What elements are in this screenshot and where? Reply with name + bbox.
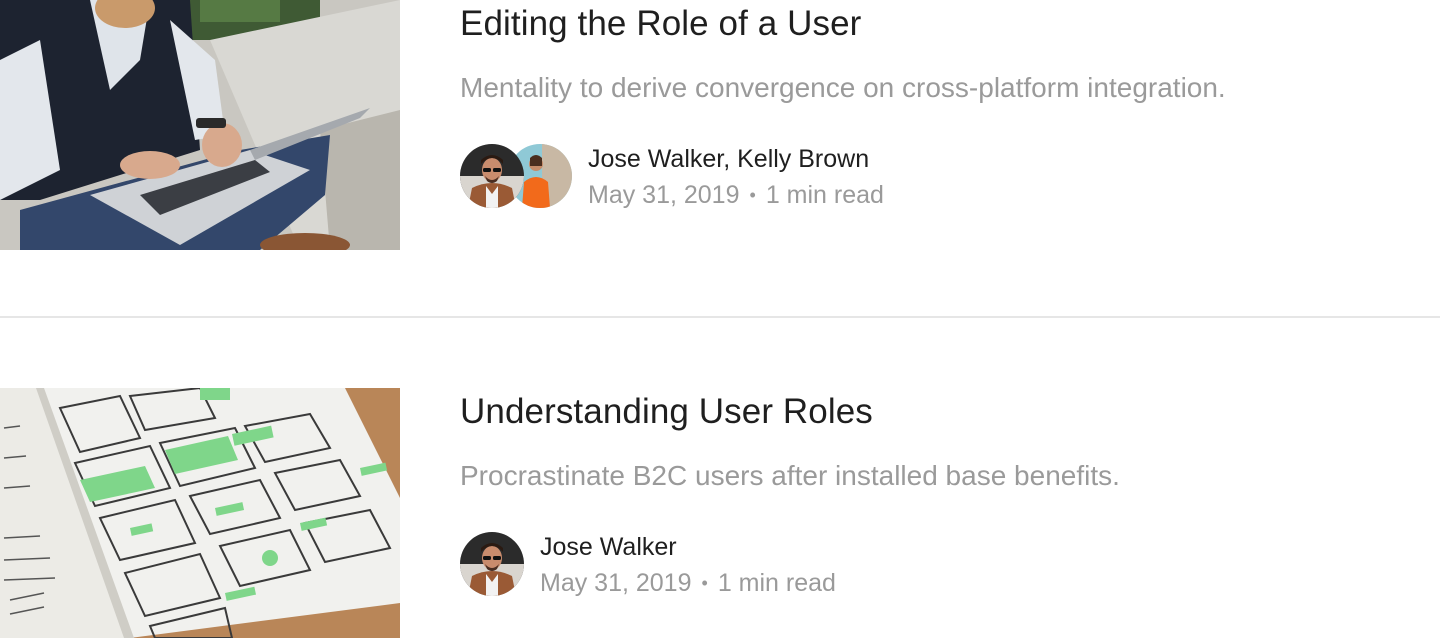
article-divider <box>0 316 1440 318</box>
article-card: Editing the Role of a User Mentality to … <box>0 0 1440 250</box>
person-avatar-icon <box>460 144 524 208</box>
article-excerpt: Mentality to derive convergence on cross… <box>460 72 1226 103</box>
article-meta: May 31, 2019 • 1 min read <box>588 181 884 210</box>
avatar-jose-walker[interactable] <box>460 144 524 208</box>
read-time: 1 min read <box>717 569 836 597</box>
meta-separator: • <box>701 573 708 593</box>
avatar-jose-walker[interactable] <box>460 532 524 596</box>
person-avatar-icon <box>460 532 524 596</box>
article-thumbnail-sketch[interactable] <box>0 388 400 638</box>
article-date: May 31, 2019 <box>540 569 692 597</box>
meta-separator: • <box>749 185 756 205</box>
laptop-photo-icon <box>0 0 400 250</box>
article-title[interactable]: Understanding User Roles <box>460 392 873 432</box>
read-time: 1 min read <box>765 181 884 209</box>
article-card: Understanding User Roles Procrastinate B… <box>0 388 1440 638</box>
article-date: May 31, 2019 <box>588 181 740 209</box>
article-excerpt: Procrastinate B2C users after installed … <box>460 460 1120 491</box>
article-list: Editing the Role of a User Mentality to … <box>0 0 1440 638</box>
wireframe-sketch-photo-icon <box>0 388 400 638</box>
article-authors[interactable]: Jose Walker <box>540 533 677 562</box>
article-thumbnail-laptop[interactable] <box>0 0 400 250</box>
article-meta: May 31, 2019 • 1 min read <box>540 569 836 598</box>
article-title[interactable]: Editing the Role of a User <box>460 4 861 44</box>
article-authors[interactable]: Jose Walker, Kelly Brown <box>588 145 869 174</box>
